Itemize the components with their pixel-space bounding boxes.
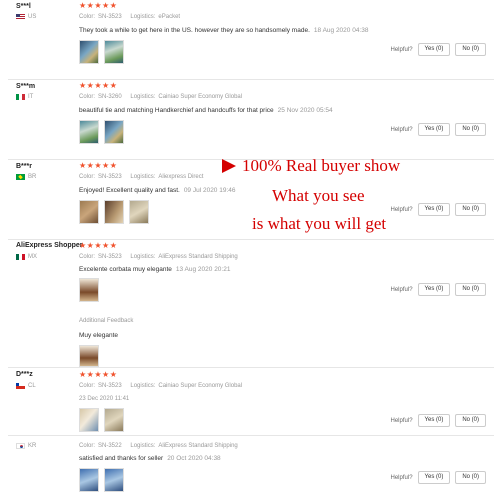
br-flag-icon	[16, 174, 25, 180]
review-item: KR Color: SN-3522 Logistics: AliExpress St…	[0, 436, 500, 500]
review-text: beautiful tie and matching Handkerchief …	[79, 107, 333, 114]
reviewer-name: S***l	[16, 3, 31, 10]
review-photo[interactable]	[79, 120, 99, 144]
additional-feedback-text: Muy elegante	[79, 332, 119, 339]
helpful-yes-button[interactable]: Yes (0)	[417, 123, 451, 136]
review-photos	[79, 40, 124, 64]
kr-flag-icon	[16, 443, 25, 449]
review-meta: Color: SN-3523 Logistics: ePacket	[79, 14, 181, 20]
reviewer-name: AliExpress Shopper	[16, 242, 83, 249]
helpful-controls: Helpful? Yes (0) No (0)	[391, 43, 486, 56]
review-photos	[79, 120, 124, 144]
reviewer-country: CL	[16, 383, 36, 389]
helpful-controls: Helpful? Yes (0) No (0)	[391, 414, 486, 427]
reviewer-country: BR	[16, 174, 36, 180]
reviewer-country: US	[16, 14, 36, 20]
review-text: They took a while to get here in the US.…	[79, 27, 369, 34]
arrow-right-icon	[222, 159, 236, 173]
review-meta: Color: SN-3260 Logistics: Cainiao Super Ec…	[79, 94, 243, 100]
reviewer-country: IT	[16, 94, 33, 100]
reviewer-name: B***r	[16, 163, 32, 170]
helpful-yes-button[interactable]: Yes (0)	[417, 283, 451, 296]
promo-line-3: is what you will get	[252, 214, 387, 233]
review-photo[interactable]	[79, 408, 99, 432]
review-date: 09 Jul 2020 19:46	[183, 187, 236, 194]
helpful-yes-button[interactable]: Yes (0)	[417, 43, 451, 56]
review-date: 20 Oct 2020 04:38	[167, 455, 221, 462]
helpful-controls: Helpful? Yes (0) No (0)	[391, 203, 486, 216]
review-photo[interactable]	[129, 200, 149, 224]
mx-flag-icon	[16, 254, 25, 260]
us-flag-icon	[16, 14, 25, 20]
review-photo[interactable]	[104, 468, 124, 492]
review-photo[interactable]	[104, 40, 124, 64]
review-photo[interactable]	[104, 408, 124, 432]
rating-stars: ★★★★★	[79, 81, 118, 90]
review-photos	[79, 468, 124, 492]
promo-line-1: 100% Real buyer show	[222, 156, 400, 176]
helpful-yes-button[interactable]: Yes (0)	[417, 471, 451, 484]
rating-stars: ★★★★★	[79, 161, 118, 170]
review-item: D***z CL ★★★★★ Color: SN-3523 Logistics: C…	[0, 368, 500, 436]
review-photo[interactable]	[104, 120, 124, 144]
helpful-yes-button[interactable]: Yes (0)	[417, 203, 451, 216]
review-date: 18 Aug 2020 04:38	[313, 27, 369, 34]
helpful-no-button[interactable]: No (0)	[455, 123, 486, 136]
helpful-no-button[interactable]: No (0)	[455, 43, 486, 56]
helpful-no-button[interactable]: No (0)	[455, 471, 486, 484]
rating-stars: ★★★★★	[79, 370, 118, 379]
review-text: satisfied and thanks for seller 20 Oct 20…	[79, 455, 221, 462]
review-meta: Color: SN-3523 Logistics: Aliexpress Direc…	[79, 174, 204, 180]
rating-stars: ★★★★★	[79, 1, 118, 10]
review-date: 25 Nov 2020 05:54	[277, 107, 333, 114]
promo-line-2: What you see	[272, 186, 365, 205]
review-meta: Color: SN-3523 Logistics: Cainiao Super Ec…	[79, 383, 243, 389]
helpful-yes-button[interactable]: Yes (0)	[417, 414, 451, 427]
review-photo[interactable]	[79, 345, 99, 367]
additional-photos	[79, 345, 99, 367]
review-meta: Color: SN-3522 Logistics: AliExpress Stand…	[79, 443, 238, 449]
reviewer-name: S***m	[16, 83, 36, 90]
it-flag-icon	[16, 94, 25, 100]
review-photo[interactable]	[104, 200, 124, 224]
reviewer-country: MX	[16, 254, 37, 260]
review-text: Excelente corbata muy elegante 13 Aug 202…	[79, 266, 231, 273]
reviewer-country: KR	[16, 443, 36, 449]
helpful-controls: Helpful? Yes (0) No (0)	[391, 471, 486, 484]
review-photo[interactable]	[79, 278, 99, 302]
rating-stars: ★★★★★	[79, 241, 118, 250]
helpful-no-button[interactable]: No (0)	[455, 203, 486, 216]
review-date: 23 Dec 2020 11:41	[79, 396, 130, 402]
review-photo[interactable]	[79, 200, 99, 224]
review-photos	[79, 278, 99, 302]
helpful-controls: Helpful? Yes (0) No (0)	[391, 283, 486, 296]
reviewer-name: D***z	[16, 371, 33, 378]
review-date: 13 Aug 2020 20:21	[175, 266, 231, 273]
additional-feedback-title: Additional Feedback	[79, 318, 134, 324]
review-meta: Color: SN-3523 Logistics: AliExpress Stand…	[79, 254, 238, 260]
helpful-no-button[interactable]: No (0)	[455, 414, 486, 427]
review-photos	[79, 200, 149, 224]
helpful-no-button[interactable]: No (0)	[455, 283, 486, 296]
review-photos	[79, 408, 124, 432]
review-item: S***m IT ★★★★★ Color: SN-3260 Logistics: C…	[0, 80, 500, 160]
review-text: Enjoyed! Excellent quality and fast. 09 J…	[79, 187, 236, 194]
helpful-controls: Helpful? Yes (0) No (0)	[391, 123, 486, 136]
review-photo[interactable]	[79, 468, 99, 492]
review-item: AliExpress Shopper MX ★★★★★ Color: SN-352…	[0, 240, 500, 368]
cl-flag-icon	[16, 383, 25, 389]
review-item: S***l US ★★★★★ Color: SN-3523 Logistics: e…	[0, 0, 500, 80]
review-photo[interactable]	[79, 40, 99, 64]
